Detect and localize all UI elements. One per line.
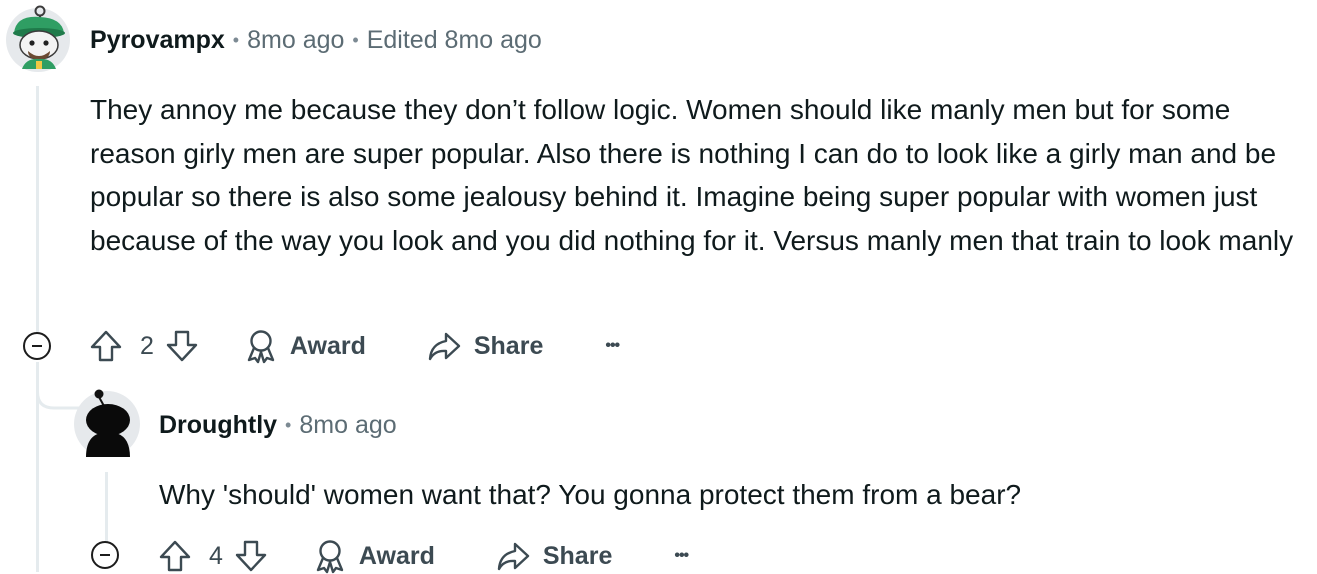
comment-meta: Pyrovampx • 8mo ago • Edited 8mo ago — [90, 22, 542, 58]
share-arrow-icon — [497, 542, 530, 571]
avatar[interactable] — [72, 386, 142, 458]
author-name[interactable]: Droughtly — [159, 411, 277, 440]
share-label: Share — [542, 541, 613, 570]
author-name[interactable]: Pyrovampx — [90, 26, 225, 55]
vote-score: 2 — [140, 331, 154, 360]
downvote-arrow-icon — [166, 330, 198, 362]
share-button[interactable]: Share — [495, 538, 612, 574]
comment-body: Why 'should' women want that? You gonna … — [159, 479, 1022, 510]
downvote-button[interactable] — [164, 328, 200, 364]
more-options-button[interactable]: ••• — [605, 337, 620, 355]
award-button[interactable]: Award — [244, 328, 366, 364]
upvote-button[interactable] — [157, 538, 193, 574]
separator-dot: • — [232, 29, 240, 50]
upvote-button[interactable] — [88, 328, 124, 364]
edited-label: Edited 8mo ago — [366, 25, 542, 54]
thread-line-main — [36, 86, 39, 332]
share-button[interactable]: Share — [426, 328, 543, 364]
comment-age[interactable]: 8mo ago — [299, 411, 396, 440]
comment-body: They annoy me because they don’t follow … — [90, 94, 1294, 256]
vote-score: 4 — [209, 541, 223, 570]
award-label: Award — [358, 541, 435, 570]
comment-age[interactable]: 8mo ago — [247, 26, 344, 55]
snoo-green-hat-avatar-icon — [6, 5, 70, 72]
avatar[interactable] — [4, 3, 72, 73]
award-label: Award — [289, 331, 366, 360]
share-arrow-icon — [428, 332, 461, 361]
comment-actions: 4 Award Share ••• — [157, 538, 689, 574]
collapse-thread-button[interactable] — [23, 332, 51, 360]
award-icon — [316, 540, 344, 574]
award-icon — [247, 330, 275, 364]
separator-dot: • — [285, 414, 292, 435]
share-label: Share — [473, 331, 544, 360]
thread-line-reply — [105, 472, 108, 542]
downvote-button[interactable] — [233, 538, 269, 574]
upvote-arrow-icon — [159, 540, 191, 572]
more-options-button[interactable]: ••• — [674, 547, 689, 565]
collapse-thread-button[interactable] — [91, 541, 119, 569]
upvote-arrow-icon — [90, 330, 122, 362]
comment-actions: 2 Award Share ••• — [88, 328, 620, 364]
downvote-arrow-icon — [235, 540, 267, 572]
snoo-black-avatar-icon — [74, 389, 140, 457]
comment-meta: Droughtly • 8mo ago — [159, 407, 397, 443]
award-button[interactable]: Award — [313, 538, 435, 574]
separator-dot: • — [352, 29, 359, 50]
